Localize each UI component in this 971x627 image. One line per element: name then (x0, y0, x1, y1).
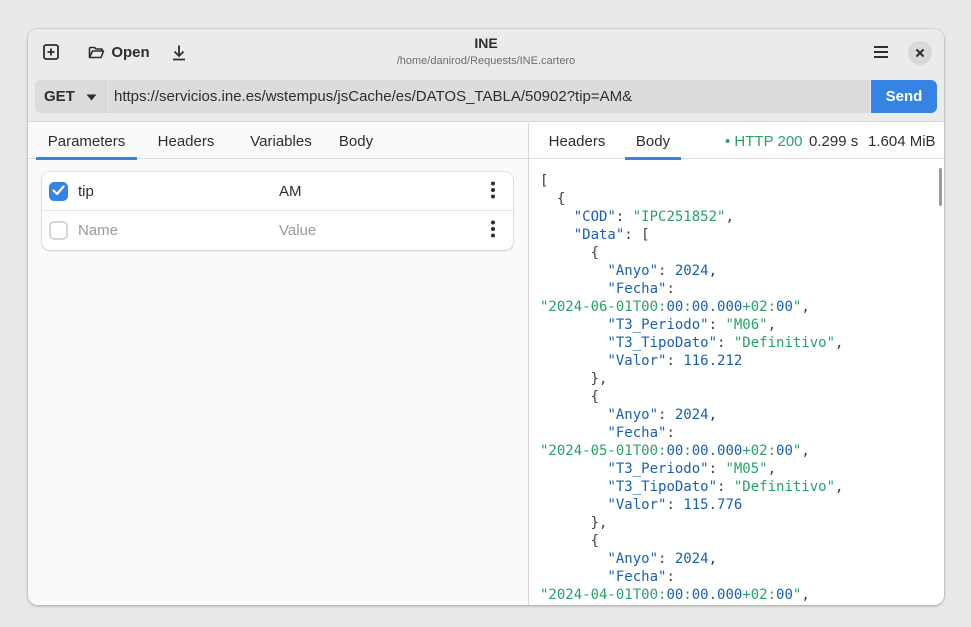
tab-parameters[interactable]: Parameters (36, 123, 137, 160)
new-param-options-button[interactable] (485, 220, 501, 243)
response-body-line: "2024-05-01T00:00:00.000+02:00", (540, 443, 810, 459)
response-body-line: "2024-06-01T00:00:00.000+02:00", (540, 299, 810, 315)
request-tabs: Parameters Headers Variables Body (28, 123, 528, 160)
method-dropdown[interactable]: GET (35, 80, 105, 113)
response-body-line: { (540, 191, 566, 207)
window-subtitle: /home/danirod/Requests/INE.cartero (396, 55, 576, 67)
tab-headers[interactable]: Headers (149, 123, 223, 159)
window-title: INE (474, 35, 498, 51)
response-body-line: "Data": [ (573, 227, 650, 243)
response-body-line: }, (540, 515, 608, 531)
url-input[interactable]: https://servicios.ine.es/wstempus/jsCach… (105, 80, 870, 113)
response-time: 0.299 s (809, 132, 859, 150)
response-body-line: "Anyo": 2024, (607, 407, 718, 423)
new-tab-icon (42, 43, 60, 61)
param-enabled-checkbox[interactable] (49, 182, 68, 201)
response-body-line: "Anyo": 2024, (607, 263, 718, 279)
response-body-panel[interactable]: [ { "COD": "IPC251852", "Data": [ { "Any… (529, 160, 944, 605)
folder-open-icon (88, 45, 105, 60)
response-body-line: "T3_Periodo": "M06", (607, 317, 777, 333)
response-body-line: "T3_Periodo": "M05", (607, 461, 777, 477)
new-param-checkbox[interactable] (49, 221, 68, 240)
tab-response-body[interactable]: Body (625, 123, 681, 160)
save-button[interactable] (165, 38, 193, 66)
kebab-menu-icon (491, 220, 495, 243)
send-button[interactable]: Send (871, 80, 937, 113)
open-label: Open (111, 43, 150, 61)
response-body-line: "T3_TipoDato": "Definitivo", (607, 479, 844, 495)
method-label: GET (44, 88, 75, 105)
response-body-line: "2024-04-01T00:00:00.000+02:00", (540, 587, 810, 603)
new-tab-button[interactable] (37, 38, 65, 66)
param-name-field[interactable]: tip (78, 172, 268, 211)
status-badge: • HTTP 200 (725, 132, 803, 150)
tab-body[interactable]: Body (334, 123, 378, 159)
app-window: Open INE /home/danirod/Requests/INE.cart… (28, 29, 944, 605)
param-options-button[interactable] (485, 181, 501, 204)
window-title-block: INE /home/danirod/Requests/INE.cartero (286, 35, 686, 69)
kebab-menu-icon (491, 181, 495, 204)
response-body-line: "Fecha": (607, 425, 675, 441)
new-param-value-input[interactable]: Value (279, 211, 469, 250)
response-body-line: { (540, 533, 600, 549)
tab-variables[interactable]: Variables (237, 123, 325, 159)
response-body-line: "Fecha": (607, 281, 675, 297)
download-icon (171, 44, 187, 61)
hamburger-menu-icon (873, 45, 889, 59)
response-tabs: Headers Body • HTTP 200 0.299 s 1.604 Mi… (529, 123, 944, 160)
response-body-line: }, (540, 371, 608, 387)
chevron-down-icon (86, 88, 97, 105)
parameters-list: tip AM Name Value (42, 172, 513, 250)
param-row: tip AM (42, 172, 513, 211)
new-param-name-input[interactable]: Name (78, 211, 268, 250)
checkmark-icon (52, 183, 65, 201)
response-body-line: [ (540, 173, 549, 189)
response-pane: Headers Body • HTTP 200 0.299 s 1.604 Mi… (528, 123, 944, 605)
request-bar: GET https://servicios.ine.es/wstempus/js… (28, 75, 944, 122)
parameters-panel: tip AM Name Value (28, 160, 528, 605)
response-body-line: "Anyo": 2024, (607, 551, 718, 567)
response-body-line: "Valor": 116.212 (607, 353, 743, 369)
new-param-row: Name Value (42, 211, 513, 250)
response-body-line: "T3_TipoDato": "Definitivo", (607, 335, 844, 351)
header-bar: Open INE /home/danirod/Requests/INE.cart… (28, 29, 944, 75)
response-body-line: "COD": "IPC251852", (573, 209, 734, 225)
tab-response-headers[interactable]: Headers (541, 123, 613, 159)
close-button[interactable] (908, 41, 932, 65)
response-body-line: "Fecha": (607, 569, 675, 585)
open-button[interactable]: Open (83, 38, 155, 66)
response-body-line: { (540, 389, 600, 405)
response-body-line: { (540, 245, 600, 261)
param-value-field[interactable]: AM (279, 172, 469, 211)
request-pane: Parameters Headers Variables Body tip AM (28, 123, 528, 605)
response-body-text[interactable]: [ { "COD": "IPC251852", "Data": [ { "Any… (540, 172, 940, 605)
close-icon (915, 48, 925, 58)
response-size: 1.604 MiB (868, 132, 936, 150)
main-menu-button[interactable] (867, 38, 895, 66)
vertical-scrollbar[interactable] (939, 168, 942, 206)
response-body-line: "Valor": 115.776 (607, 497, 743, 513)
